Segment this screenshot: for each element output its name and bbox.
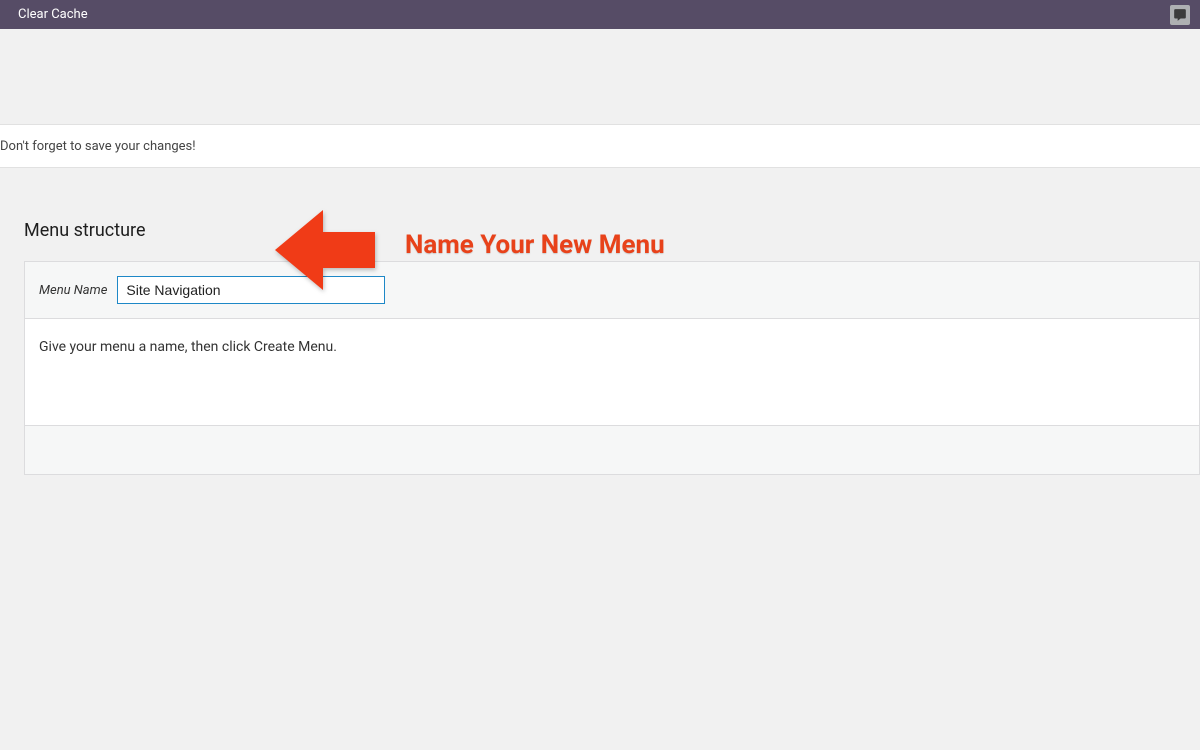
comments-icon[interactable] [1170,5,1190,25]
save-notice: Don't forget to save your changes! [0,124,1200,168]
admin-bar: Clear Cache [0,0,1200,29]
menu-panel-header: Menu Name [25,262,1199,319]
menu-instruction-text: Give your menu a name, then click Create… [39,339,337,355]
menu-structure-heading: Menu structure [24,220,1200,241]
menu-panel-body: Give your menu a name, then click Create… [25,319,1199,426]
clear-cache-link[interactable]: Clear Cache [18,7,88,22]
save-notice-text: Don't forget to save your changes! [0,139,196,154]
menu-name-label: Menu Name [39,283,107,298]
menu-name-input[interactable] [117,276,385,304]
blank-region [0,29,1200,124]
menu-panel: Menu Name Give your menu a name, then cl… [24,261,1200,475]
menu-panel-footer [25,426,1199,474]
